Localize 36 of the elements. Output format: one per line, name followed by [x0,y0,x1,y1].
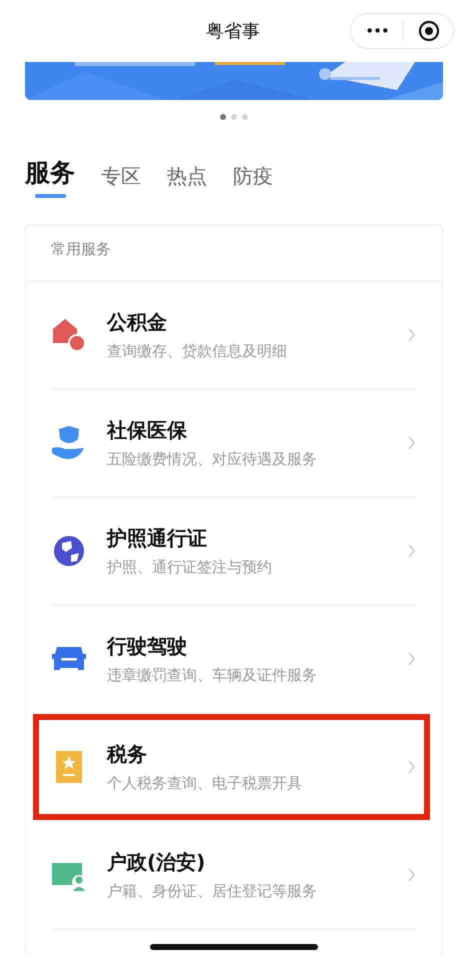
page-dot[interactable] [231,114,237,120]
close-icon[interactable] [418,20,440,42]
service-description: 户籍、身份证、居住登记等服务 [107,882,318,900]
service-title: 公积金 [107,308,168,336]
tab[interactable]: 专区 [101,163,141,201]
section-title: 常用服务 [26,225,442,281]
page-title: 粤省事 [206,20,260,43]
service-title: 护照通行证 [107,524,208,552]
chevron-icon [407,868,417,882]
service-item[interactable]: 户政(治安) 户籍、身份证、居住登记等服务 [51,821,417,929]
service-title: 税务 [107,740,148,768]
tab[interactable]: 热点 [167,163,207,201]
service-item[interactable]: 公积金 查询缴存、贷款信息及明细 [51,281,417,389]
chevron-icon [407,760,417,774]
chevron-icon [407,652,417,666]
service-description: 个人税务查询、电子税票开具 [107,774,303,792]
person-icon [51,424,87,460]
service-item[interactable]: 护照通行证 护照、通行证签注与预约 [51,497,417,605]
service-title: 社保医保 [107,416,188,444]
service-title: 行驶驾驶 [107,632,188,660]
tab[interactable]: 防疫 [233,163,273,201]
service-description: 查询缴存、贷款信息及明细 [107,342,288,360]
tab[interactable]: 服务 [25,160,75,198]
chevron-icon [407,328,417,342]
service-description: 护照、通行证签注与预约 [107,558,273,576]
service-description: 五险缴费情况、对应待遇及服务 [107,450,318,468]
chevron-icon [407,544,417,558]
service-item[interactable]: 行驶驾驶 违章缴罚查询、车辆及证件服务 [51,605,417,713]
service-item[interactable]: 社保医保 五险缴费情况、对应待遇及服务 [51,389,417,497]
service-title: 户政(治安) [107,848,206,876]
page-dot[interactable] [242,114,248,120]
service-item[interactable]: 税务 个人税务查询、电子税票开具 [51,713,417,821]
service-description: 违章缴罚查询、车辆及证件服务 [107,666,318,684]
house-icon [51,316,87,352]
page-dot[interactable] [220,114,226,120]
chevron-icon [407,436,417,450]
